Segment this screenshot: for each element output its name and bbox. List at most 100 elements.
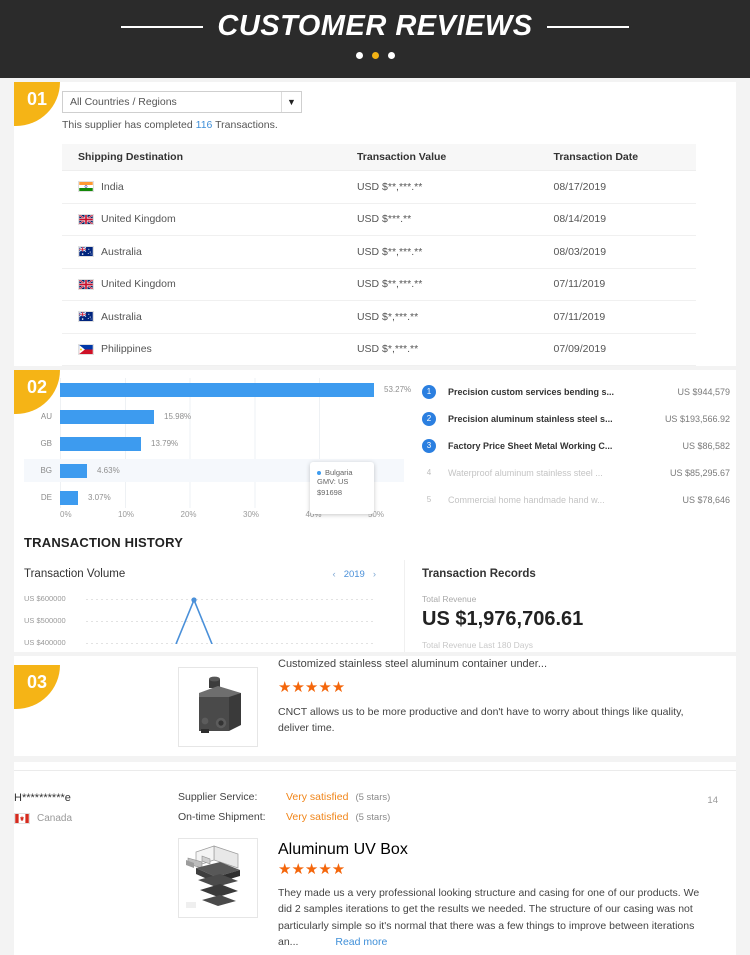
cell-value: USD $**,***.** xyxy=(341,268,538,301)
table-header-row: Shipping Destination Transaction Value T… xyxy=(62,144,696,171)
x-tick-label: 0% xyxy=(60,510,72,519)
review-product-title-2[interactable]: Aluminum UV Box xyxy=(278,841,408,859)
cell-date: 08/17/2019 xyxy=(537,171,696,204)
column-header-value: Transaction Value xyxy=(341,144,538,171)
supplier-transaction-note: This supplier has completed 116 Transact… xyxy=(62,119,278,131)
x-tick-label: 10% xyxy=(118,510,134,519)
read-more-link[interactable]: Read more xyxy=(335,936,387,948)
bar-fill xyxy=(60,491,78,505)
bar-category-label: DE xyxy=(24,493,60,502)
review-panel-1: 03 Customized stainless steel aluminum c… xyxy=(14,656,736,756)
country-filter-select[interactable]: All Countries / Regions ▼ xyxy=(62,91,302,113)
bar-value-label: 53.27% xyxy=(374,385,411,394)
reviewer-country: Canada xyxy=(37,813,72,824)
total-revenue-180-label: Total Revenue Last 180 Days xyxy=(422,640,533,650)
bar-value-label: 4.63% xyxy=(87,466,120,475)
cell-value: USD $*,***.** xyxy=(341,333,538,366)
bar-chart-row[interactable]: 53.27% xyxy=(24,378,404,401)
note-prefix: This supplier has completed xyxy=(62,119,196,131)
destination-label: India xyxy=(101,181,124,193)
table-row: AustraliaUSD $*,***.**07/11/2019 xyxy=(62,301,696,334)
chart-tooltip: Bulgaria GMV: US $91698 xyxy=(310,462,374,514)
year-nav: ‹ 2019 › xyxy=(333,569,376,580)
metal-box-product-image xyxy=(182,671,254,743)
cell-value: USD $**,***.** xyxy=(341,236,538,269)
top-product-row[interactable]: 4Waterproof aluminum stainless steel ...… xyxy=(422,459,730,486)
tooltip-country-row: Bulgaria xyxy=(317,468,367,477)
analytics-panel: 02 53.27%AU15.98%GB13.79%BG4.63%DE3.07% … xyxy=(14,370,736,652)
transaction-count: 116 xyxy=(196,119,213,131)
rating-stars-note: (5 stars) xyxy=(348,812,390,823)
destination-label: Australia xyxy=(101,246,142,258)
destination-label: United Kingdom xyxy=(101,213,176,225)
cell-destination: United Kingdom xyxy=(62,268,341,301)
next-year-button[interactable]: › xyxy=(373,569,376,580)
bar-chart-row[interactable]: AU15.98% xyxy=(24,405,404,428)
review-rating-stars-2: ★★★★★ xyxy=(278,862,345,877)
tooltip-country: Bulgaria xyxy=(325,468,353,477)
review-side-count: 14 xyxy=(707,795,718,806)
prev-year-button[interactable]: ‹ xyxy=(333,569,336,580)
top-products-list: 1Precision custom services bending s...U… xyxy=(422,378,730,513)
product-value: US $193,566.92 xyxy=(665,414,730,424)
bar-fill xyxy=(60,410,154,424)
cell-date: 08/14/2019 xyxy=(537,203,696,236)
top-product-row[interactable]: 2Precision aluminum stainless steel s...… xyxy=(422,405,730,432)
transactions-panel: 01 All Countries / Regions ▼ This suppli… xyxy=(14,82,736,366)
cell-date: 08/03/2019 xyxy=(537,236,696,269)
transactions-table: Shipping Destination Transaction Value T… xyxy=(62,144,696,366)
bar-fill xyxy=(60,383,374,397)
dot-indicator-1 xyxy=(356,52,363,59)
banner-title-row: CUSTOMER REVIEWS xyxy=(0,10,750,43)
product-name: Commercial home handmade hand w... xyxy=(436,495,682,505)
review-product-thumbnail-2[interactable] xyxy=(178,838,258,918)
destination-label: Australia xyxy=(101,311,142,323)
cell-destination: Australia xyxy=(62,236,341,269)
rating-label: Supplier Service: xyxy=(178,791,286,803)
bar-chart-row[interactable]: GB13.79% xyxy=(24,432,404,455)
x-tick-label: 20% xyxy=(181,510,197,519)
product-name: Factory Price Sheet Metal Working C... xyxy=(436,441,682,451)
table-row: Australia USD $**,***.**08/03/2019 xyxy=(62,236,696,269)
dot-indicator-2 xyxy=(372,52,379,59)
product-rank-badge: 1 xyxy=(422,385,436,399)
cell-value: USD $***.** xyxy=(341,203,538,236)
review-rating-stars-1: ★★★★★ xyxy=(278,680,345,695)
table-row: United KingdomUSD $**,***.**07/11/2019 xyxy=(62,268,696,301)
product-rank-badge: 4 xyxy=(422,466,436,480)
column-header-destination: Shipping Destination xyxy=(62,144,341,171)
review-panel-2: H**********e Canada 14 Supplier Service:… xyxy=(14,762,736,955)
chevron-down-icon: ▼ xyxy=(281,92,301,112)
review-product-title-1[interactable]: Customized stainless steel aluminum cont… xyxy=(278,658,698,670)
product-rank-badge: 2 xyxy=(422,412,436,426)
table-row: PhilippinesUSD $*,***.**07/09/2019 xyxy=(62,333,696,366)
product-value: US $86,582 xyxy=(682,441,730,451)
step-badge-03: 03 xyxy=(14,665,60,709)
review-product-thumbnail-1[interactable] xyxy=(178,667,258,747)
rating-row: On-time Shipment:Very satisfied(5 stars) xyxy=(178,811,390,831)
country-filter-value: All Countries / Regions xyxy=(63,96,281,108)
cell-destination: Australia xyxy=(62,301,341,334)
table-row: United Kingdom USD $***.**08/14/2019 xyxy=(62,203,696,236)
product-value: US $944,579 xyxy=(677,387,730,397)
destination-label: United Kingdom xyxy=(101,278,176,290)
total-revenue-label: Total Revenue xyxy=(422,594,476,604)
page-title: CUSTOMER REVIEWS xyxy=(217,10,532,43)
reviewer-location: Canada xyxy=(14,813,72,824)
reviewer-name: H**********e xyxy=(14,792,71,804)
service-ratings: Supplier Service:Very satisfied(5 stars)… xyxy=(178,791,390,831)
review-body-2: They made us a very professional looking… xyxy=(278,885,706,950)
top-product-row[interactable]: 3Factory Price Sheet Metal Working C...U… xyxy=(422,432,730,459)
column-header-date: Transaction Date xyxy=(537,144,696,171)
transactions-table-body: IndiaUSD $**,***.**08/17/2019United King… xyxy=(62,171,696,366)
top-product-row[interactable]: 5Commercial home handmade hand w...US $7… xyxy=(422,486,730,513)
volume-line-path xyxy=(24,592,376,644)
cell-date: 07/11/2019 xyxy=(537,301,696,334)
table-row: IndiaUSD $**,***.**08/17/2019 xyxy=(62,171,696,204)
dot-indicator-3 xyxy=(388,52,395,59)
review-body-1: CNCT allows us to be more productive and… xyxy=(278,704,696,737)
product-name: Precision aluminum stainless steel s... xyxy=(436,414,665,424)
top-product-row[interactable]: 1Precision custom services bending s...U… xyxy=(422,378,730,405)
bar-category-label: GB xyxy=(24,439,60,448)
transaction-records-title: Transaction Records xyxy=(422,568,536,580)
